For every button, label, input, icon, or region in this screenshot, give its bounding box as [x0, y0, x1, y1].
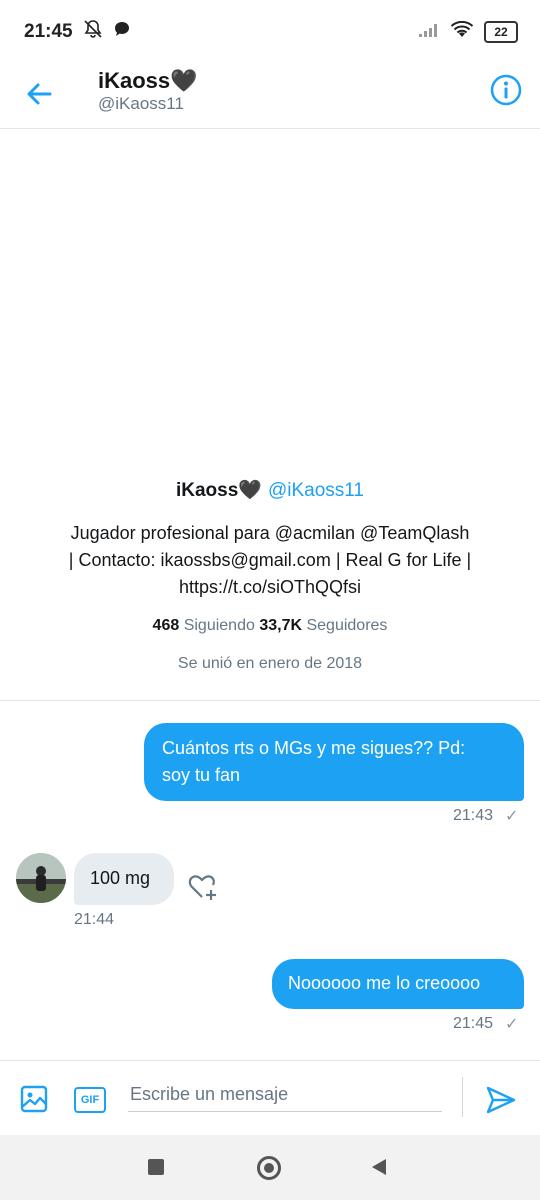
avatar-image [16, 853, 66, 903]
profile-handle[interactable]: @iKaoss11 [268, 480, 364, 501]
joined-date: Se unió en enero de 2018 [177, 655, 363, 672]
recents-button[interactable] [148, 1159, 164, 1175]
notifications-muted-icon [83, 19, 103, 45]
status-bar: 21:45 22 [0, 0, 540, 64]
message-text: 100 mg [90, 868, 151, 888]
gif-label: GIF [80, 1094, 100, 1106]
header-display-name[interactable]: iKaoss🖤 [98, 68, 198, 94]
send-button[interactable] [484, 1083, 518, 1117]
sent-check-icon: ✓ [505, 1016, 519, 1033]
following-count[interactable]: 468 [153, 617, 180, 634]
back-arrow-icon [27, 83, 52, 105]
bio-line-3[interactable]: https://t.co/siOThQQfsi [35, 574, 505, 601]
back-nav-button[interactable] [370, 1157, 388, 1182]
signal-icon [418, 22, 440, 43]
message-time: 21:43 [453, 807, 494, 824]
message-input[interactable] [128, 1077, 442, 1112]
message-bubble-incoming[interactable]: 100 mg [74, 853, 174, 905]
info-button[interactable] [488, 72, 524, 108]
system-navigation-bar [0, 1135, 540, 1200]
header-handle[interactable]: @iKaoss11 [98, 94, 184, 114]
chat-bubble-icon [113, 20, 131, 44]
following-label[interactable]: Siguiendo [184, 617, 255, 634]
message-bubble-outgoing[interactable]: Cuántos rts o MGs y me sigues?? Pd: soy … [144, 723, 524, 801]
gif-button[interactable]: GIF [74, 1087, 106, 1113]
profile-summary: iKaoss🖤 @iKaoss11 Jugador profesional par… [0, 478, 540, 673]
wifi-icon [450, 20, 474, 44]
message-time: 21:45 [453, 1015, 494, 1032]
back-triangle-icon [372, 1159, 386, 1175]
followers-label[interactable]: Seguidores [306, 617, 387, 634]
message-time: 21:44 [74, 911, 115, 928]
message-composer: GIF [0, 1060, 540, 1135]
heart-plus-icon [188, 875, 216, 900]
profile-stats: 468 Siguiendo 33,7K Seguidores [0, 617, 540, 635]
back-button[interactable] [20, 74, 60, 114]
home-dot-icon [264, 1163, 274, 1173]
bio-line-1: Jugador profesional para @acmilan @TeamQ… [70, 523, 470, 543]
message-bubble-outgoing[interactable]: Noooooo me lo creoooo [272, 959, 524, 1009]
profile-name[interactable]: iKaoss🖤 [176, 480, 262, 501]
send-icon [486, 1086, 516, 1114]
message-text-line-1: Cuántos rts o MGs y me sigues?? Pd: [162, 738, 466, 758]
conversation-header: iKaoss🖤 @iKaoss11 [0, 64, 540, 129]
sender-avatar[interactable] [16, 853, 66, 903]
info-icon [490, 74, 522, 106]
message-text: Noooooo me lo creoooo [288, 973, 481, 993]
image-icon [20, 1085, 48, 1113]
bio-line-2: | Contacto: ikaossbs@gmail.com | Real G … [68, 550, 472, 570]
message-text-line-2: soy tu fan [162, 765, 241, 785]
like-message-button[interactable] [186, 870, 222, 906]
divider [0, 700, 540, 701]
sent-check-icon: ✓ [505, 808, 519, 825]
followers-count[interactable]: 33,7K [259, 617, 302, 634]
status-time: 21:45 [24, 21, 73, 42]
battery-icon: 22 [484, 21, 518, 43]
composer-separator [462, 1077, 463, 1117]
add-photo-button[interactable] [18, 1083, 50, 1115]
home-button[interactable] [257, 1156, 281, 1180]
profile-bio: Jugador profesional para @acmilan @TeamQ… [35, 520, 505, 601]
